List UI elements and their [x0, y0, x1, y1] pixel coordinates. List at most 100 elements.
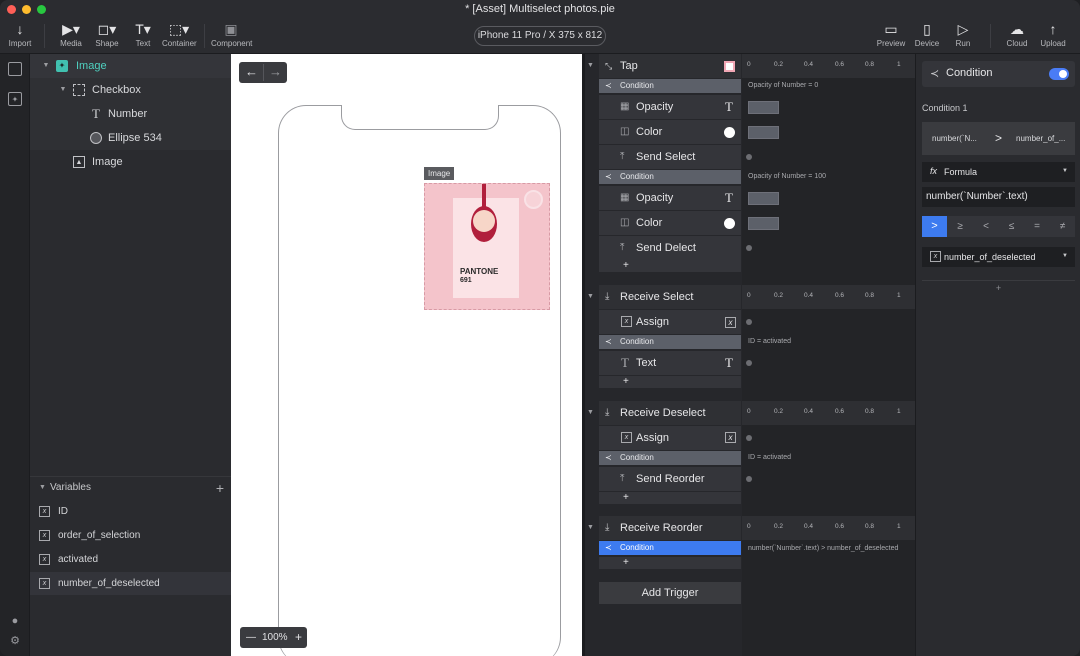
variable-item[interactable]: x activated	[30, 548, 231, 571]
condition-row[interactable]: ≺ Condition	[599, 451, 741, 465]
component-button[interactable]: ▣ Component	[211, 22, 252, 49]
chevron-down-icon[interactable]: ▼	[587, 62, 595, 69]
zoom-window-button[interactable]	[37, 5, 46, 14]
condition-left-operand[interactable]: number(`N...	[932, 134, 977, 143]
chevron-down-icon[interactable]: ▼	[39, 477, 46, 499]
timeline-dot[interactable]	[746, 476, 752, 482]
text-button[interactable]: T▾ Text	[132, 22, 154, 49]
operator-neq[interactable]: ≠	[1050, 216, 1075, 237]
response-assign[interactable]: x Assign	[599, 426, 741, 450]
timeline-bar[interactable]	[748, 192, 779, 205]
timeline-dot[interactable]	[746, 360, 752, 366]
device-button[interactable]: ▯ Device	[913, 22, 941, 49]
formula-dropdown[interactable]: fx Formula ▼	[922, 162, 1075, 182]
assets-panel-icon[interactable]: ✦	[8, 92, 22, 106]
response-color[interactable]: ◫ Color	[599, 120, 741, 144]
cloud-button[interactable]: ☁ Cloud	[1004, 22, 1030, 49]
condition-row-selected[interactable]: ≺ Condition	[599, 541, 741, 555]
chevron-down-icon[interactable]: ▼	[57, 84, 69, 96]
device-selector[interactable]: iPhone 11 Pro / X 375 x 812	[474, 26, 606, 46]
trigger-receive-deselect[interactable]: ⤓ Receive Deselect	[599, 401, 741, 425]
layer-ellipse[interactable]: Ellipse 534	[30, 126, 231, 150]
operator-gte[interactable]: ≥	[947, 216, 973, 237]
chevron-down-icon[interactable]: ▼	[40, 60, 52, 72]
condition-right-operand[interactable]: number_of_...	[1016, 134, 1065, 143]
pantone-photo[interactable]: PANTONE 691	[424, 183, 550, 310]
operator-gt[interactable]: >	[922, 216, 947, 237]
condition-expression[interactable]: number(`N... > number_of_...	[922, 122, 1075, 155]
response-assign[interactable]: x Assign	[599, 310, 741, 334]
chevron-down-icon[interactable]: ▼	[587, 524, 595, 531]
media-button[interactable]: ▶▾ Media	[58, 22, 84, 49]
condition-row[interactable]: ≺ Condition	[599, 170, 741, 184]
variable-item[interactable]: x number_of_deselected	[30, 572, 231, 595]
layer-checkbox[interactable]: ▼ Checkbox	[30, 78, 231, 102]
upload-icon: ↑	[1049, 21, 1057, 37]
variables-header[interactable]: ▼ Variables +	[30, 476, 231, 498]
user-icon[interactable]: ●	[8, 614, 22, 628]
timeline-bar[interactable]	[748, 101, 779, 114]
variable-item[interactable]: x order_of_selection	[30, 524, 231, 547]
tick-label: 0	[747, 523, 751, 530]
zoom-in-icon[interactable]: +	[295, 627, 302, 648]
zoom-out-icon[interactable]: —	[246, 627, 256, 648]
chevron-down-icon[interactable]: ▼	[587, 409, 595, 416]
timeline-dot[interactable]	[746, 245, 752, 251]
run-button[interactable]: ▷ Run	[951, 22, 975, 49]
operator-lt[interactable]: <	[973, 216, 999, 237]
trigger-receive-reorder[interactable]: ⤓ Receive Reorder	[599, 516, 741, 540]
window-title: * [Asset] Multiselect photos.pie	[465, 3, 615, 15]
operator-lte[interactable]: ≤	[999, 216, 1024, 237]
timeline-dot[interactable]	[746, 319, 752, 325]
minimize-window-button[interactable]	[22, 5, 31, 14]
variable-dropdown[interactable]: x number_of_deselected ▼	[922, 247, 1075, 267]
condition-row[interactable]: ≺ Condition	[599, 79, 741, 93]
preview-button[interactable]: ▭ Preview	[876, 22, 906, 49]
condition-row[interactable]: ≺ Condition	[599, 335, 741, 349]
response-opacity[interactable]: ▦ Opacity T	[599, 186, 741, 210]
operator-eq[interactable]: =	[1024, 216, 1050, 237]
condition-operator[interactable]: >	[995, 131, 1002, 145]
response-send-reorder[interactable]: ⤒ Send Reorder	[599, 467, 741, 491]
checkbox-ellipse[interactable]	[524, 190, 543, 209]
add-response-button[interactable]: +	[599, 557, 741, 569]
container-button[interactable]: ⬚▾ Container	[162, 22, 197, 49]
add-response-button[interactable]: +	[599, 260, 741, 272]
layer-image-group[interactable]: ▼ ✦ Image	[30, 54, 231, 78]
layer-image[interactable]: ▲ Image	[30, 150, 231, 174]
layer-number[interactable]: T Number	[30, 102, 231, 126]
tap-target-swatch[interactable]	[724, 61, 735, 72]
back-arrow-icon[interactable]: ←	[245, 64, 258, 79]
plus-icon: +	[623, 376, 629, 387]
response-color[interactable]: ◫ Color	[599, 211, 741, 235]
variable-icon: x	[930, 251, 941, 262]
settings-gear-icon[interactable]: ⚙	[8, 634, 22, 648]
layers-panel-icon[interactable]	[8, 62, 22, 76]
timeline-bar[interactable]	[748, 126, 779, 139]
timeline-bar[interactable]	[748, 217, 779, 230]
toolbar-divider	[44, 24, 45, 48]
trigger-receive-select[interactable]: ⤓ Receive Select	[599, 285, 741, 309]
timeline-dot[interactable]	[746, 435, 752, 441]
response-send-select[interactable]: ⤒ Send Select	[599, 145, 741, 169]
response-text[interactable]: T Text T	[599, 351, 741, 375]
variable-item[interactable]: x ID	[30, 500, 231, 523]
response-opacity[interactable]: ▦ Opacity T	[599, 95, 741, 119]
add-condition-button[interactable]: +	[922, 283, 1075, 297]
trigger-tap[interactable]: ⤡ Tap	[599, 54, 741, 78]
add-variable-icon[interactable]: +	[216, 477, 224, 499]
upload-button[interactable]: ↑ Upload	[1040, 21, 1066, 49]
timeline-dot[interactable]	[746, 154, 752, 160]
add-trigger-button[interactable]: Add Trigger	[599, 582, 741, 604]
condition-toggle[interactable]	[1049, 68, 1069, 80]
add-response-button[interactable]: +	[599, 492, 741, 504]
shape-button[interactable]: ◻▾ Shape	[94, 22, 120, 49]
variable-icon: x	[39, 578, 50, 589]
import-button[interactable]: ↓ Import	[8, 22, 32, 49]
close-window-button[interactable]	[7, 5, 16, 14]
forward-arrow-icon[interactable]: →	[269, 64, 282, 79]
chevron-down-icon[interactable]: ▼	[587, 293, 595, 300]
formula-input[interactable]: number(`Number`.text)	[922, 187, 1075, 207]
response-send-delect[interactable]: ⤒ Send Delect	[599, 236, 741, 260]
add-response-button[interactable]: +	[599, 376, 741, 388]
